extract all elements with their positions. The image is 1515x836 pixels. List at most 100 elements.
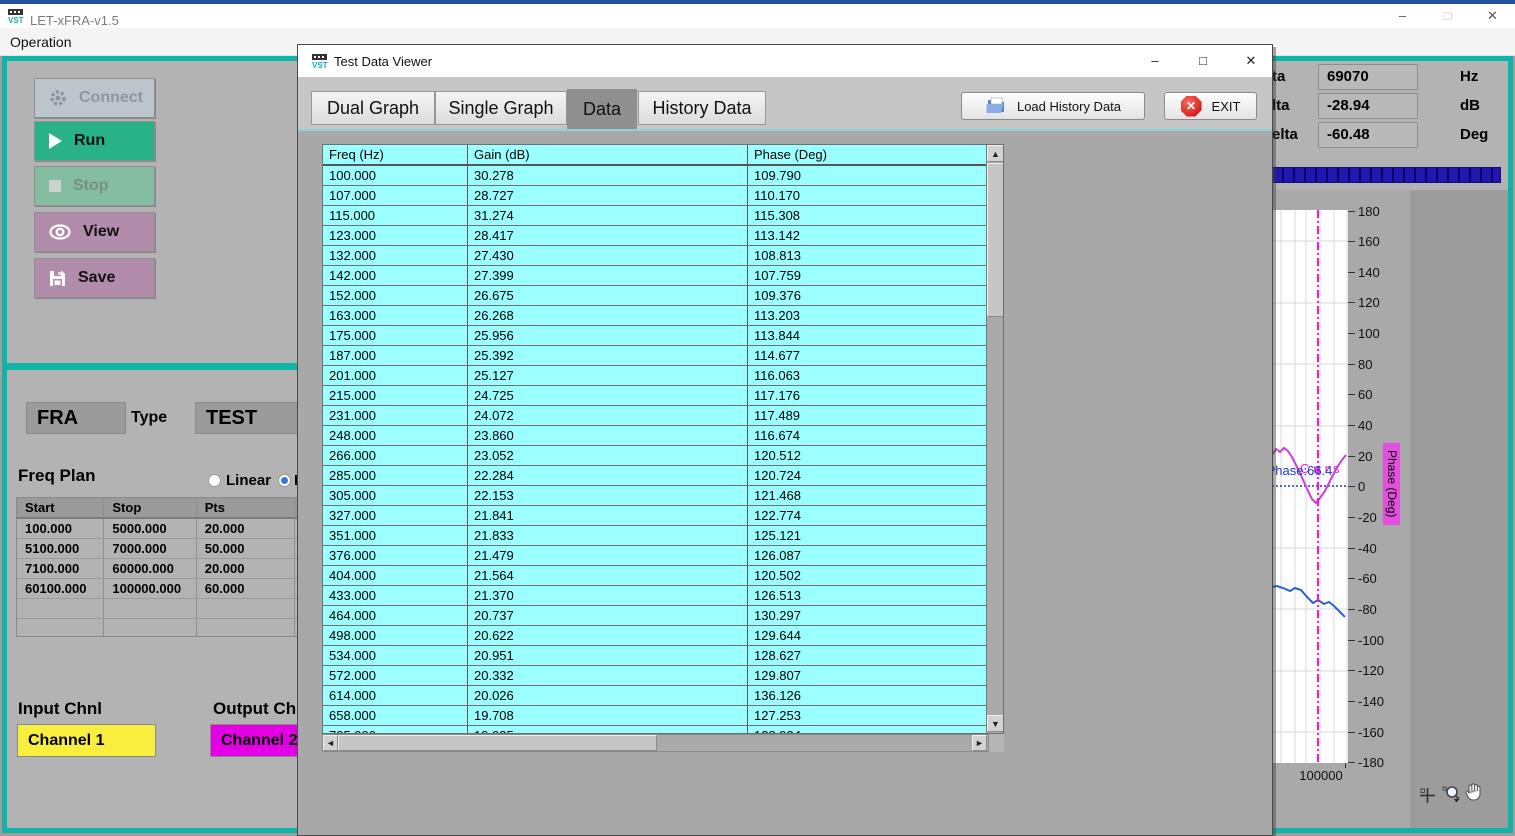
gear-icon <box>49 89 67 107</box>
save-button[interactable]: Save <box>34 258 155 298</box>
dialog-titlebar[interactable]: VST Test Data Viewer – □ ✕ <box>298 45 1272 77</box>
pan-tool-button[interactable] <box>1463 781 1485 803</box>
test-field[interactable]: TEST <box>195 402 307 434</box>
dialog-maximize-icon[interactable]: □ <box>1189 51 1217 71</box>
dialog-close-icon[interactable]: ✕ <box>1237 51 1265 71</box>
connect-button[interactable]: Connect <box>34 78 155 118</box>
svg-text:VST: VST <box>312 61 328 69</box>
run-button[interactable]: Run <box>34 121 155 161</box>
input-chnl-label: Input Chnl <box>18 699 102 719</box>
table-row[interactable]: 201.000 25.127 116.063 <box>323 366 986 386</box>
table-row[interactable]: 572.000 20.332 129.807 <box>323 666 986 686</box>
col-header-freq: Freq (Hz) <box>323 145 468 164</box>
freq-plan-row[interactable]: 5100.000 7000.000 50.000 <box>17 539 303 559</box>
tick-dash <box>1348 456 1355 457</box>
table-row[interactable]: 215.000 24.725 117.176 <box>323 386 986 406</box>
type-label: Type <box>131 409 167 427</box>
zoom-tool-button[interactable] <box>1440 782 1462 804</box>
table-row[interactable]: 614.000 20.026 136.126 <box>323 686 986 706</box>
freq-plan-row[interactable] <box>17 599 303 619</box>
tick-dash <box>1348 394 1355 395</box>
table-row[interactable]: 107.000 28.727 110.170 <box>323 186 986 206</box>
freq-plan-row[interactable] <box>17 619 303 637</box>
linear-radio-label[interactable]: Linear <box>226 472 271 489</box>
output-chnl-label: Output Ch <box>213 699 296 719</box>
stop-button[interactable]: Stop <box>34 166 155 206</box>
table-row[interactable]: 248.000 23.860 116.674 <box>323 426 986 446</box>
input-channel-select[interactable]: Channel 1 <box>17 724 156 757</box>
tab-dual-graph[interactable]: Dual Graph <box>311 91 435 125</box>
close-icon[interactable]: ✕ <box>1470 4 1515 28</box>
table-row[interactable]: 266.000 23.052 120.512 <box>323 446 986 466</box>
table-row[interactable]: 231.000 24.072 117.489 <box>323 406 986 426</box>
table-row[interactable]: 132.000 27.430 108.813 <box>323 246 986 266</box>
cursor-tool-button[interactable] <box>1416 784 1438 806</box>
table-row[interactable]: 187.000 25.392 114.677 <box>323 346 986 366</box>
load-history-data-button[interactable]: Load History Data <box>961 92 1145 120</box>
table-row[interactable]: 115.000 31.274 115.308 <box>323 206 986 226</box>
table-row[interactable]: 658.000 19.708 127.253 <box>323 706 986 726</box>
tab-history-data[interactable]: History Data <box>638 91 766 125</box>
horizontal-scrollbar[interactable]: ◄ ► <box>322 734 989 752</box>
table-row[interactable]: 433.000 21.370 126.513 <box>323 586 986 606</box>
hscroll-thumb[interactable] <box>338 735 657 751</box>
tick-dash <box>1348 548 1355 549</box>
linear-radio[interactable] <box>208 474 221 487</box>
freq-plan-row[interactable]: 60100.000 100000.000 60.000 <box>17 579 303 599</box>
table-row[interactable]: 285.000 22.284 120.724 <box>323 466 986 486</box>
table-row[interactable]: 498.000 20.622 129.644 <box>323 626 986 646</box>
cursor-readout-blue: ,Phase:66.4 <box>1263 463 1332 478</box>
tick-dash <box>1348 670 1355 671</box>
table-row[interactable]: 152.000 26.675 109.376 <box>323 286 986 306</box>
table-row[interactable]: 534.000 20.951 128.627 <box>323 646 986 666</box>
scroll-right-icon[interactable]: ► <box>972 735 987 751</box>
table-row[interactable]: 175.000 25.956 113.844 <box>323 326 986 346</box>
y-tick: 160 <box>1348 234 1406 250</box>
freq-plan-row[interactable]: 7100.000 60000.000 20.000 <box>17 559 303 579</box>
table-row[interactable]: 705.000 19.935 128.934 <box>323 726 986 733</box>
exit-button[interactable]: ✕ EXIT <box>1164 92 1257 120</box>
menu-operation[interactable]: Operation <box>10 34 71 50</box>
phase-chart[interactable] <box>1272 210 1348 763</box>
freq-plan-row[interactable]: 100.000 5000.000 20.000 <box>17 519 303 539</box>
phase-delta-value[interactable]: -60.48 <box>1318 122 1418 148</box>
fra-field[interactable]: FRA <box>26 402 126 434</box>
freq-delta-value[interactable]: 69070 <box>1318 64 1418 90</box>
tab-single-graph[interactable]: Single Graph <box>435 91 567 125</box>
col-header-phase: Phase (Deg) <box>748 145 986 164</box>
table-row[interactable]: 305.000 22.153 121.468 <box>323 486 986 506</box>
dialog-minimize-icon[interactable]: – <box>1141 51 1169 71</box>
table-row[interactable]: 142.000 27.399 107.759 <box>323 266 986 286</box>
table-row[interactable]: 404.000 21.564 120.502 <box>323 566 986 586</box>
table-row[interactable]: 163.000 26.268 113.203 <box>323 306 986 326</box>
gain-delta-unit: dB <box>1460 97 1480 114</box>
measurement-table[interactable]: Freq (Hz) Gain (dB) Phase (Deg) 100.000 … <box>322 144 1004 734</box>
tab-data[interactable]: Data <box>567 89 637 129</box>
table-row[interactable]: 351.000 21.833 125.121 <box>323 526 986 546</box>
view-button[interactable]: View <box>34 212 155 252</box>
freq-plan-header-row: Start Stop Pts <box>17 498 303 519</box>
scroll-down-icon[interactable]: ▼ <box>987 715 1004 732</box>
phase-axis-label[interactable]: Phase (Deg) <box>1383 443 1400 525</box>
minimize-icon[interactable]: – <box>1380 4 1425 28</box>
table-row[interactable]: 100.000 30.278 109.790 <box>323 166 986 186</box>
gain-delta-value[interactable]: -28.94 <box>1318 93 1418 119</box>
vertical-scrollbar[interactable]: ▲ ▼ <box>986 145 1004 733</box>
dialog-title: Test Data Viewer <box>334 54 432 69</box>
table-row[interactable]: 327.000 21.841 122.774 <box>323 506 986 526</box>
tick-dash <box>1348 241 1355 242</box>
freq-plan-table[interactable]: Start Stop Pts 100.000 5000.000 20.000 5… <box>16 497 304 637</box>
load-history-data-label: Load History Data <box>1017 99 1121 114</box>
scroll-up-icon[interactable]: ▲ <box>987 145 1004 162</box>
tick-dash <box>1348 211 1355 212</box>
tick-dash <box>1348 701 1355 702</box>
scroll-left-icon[interactable]: ◄ <box>323 735 338 751</box>
table-row[interactable]: 123.000 28.417 113.142 <box>323 226 986 246</box>
log-radio[interactable] <box>278 474 291 487</box>
tick-dash <box>1348 640 1355 641</box>
table-row[interactable]: 464.000 20.737 130.297 <box>323 606 986 626</box>
vscroll-thumb[interactable] <box>987 163 1004 317</box>
table-header-row: Freq (Hz) Gain (dB) Phase (Deg) <box>323 145 986 166</box>
table-row[interactable]: 376.000 21.479 126.087 <box>323 546 986 566</box>
tick-dash <box>1348 517 1355 518</box>
